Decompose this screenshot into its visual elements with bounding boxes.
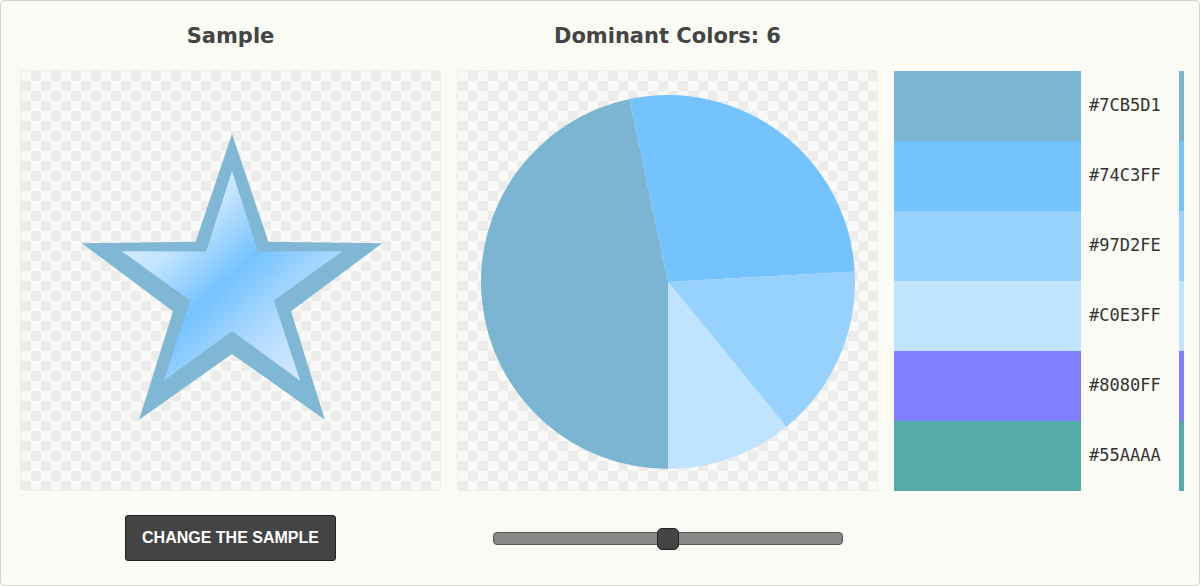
color-row: #74C3FF — [894, 141, 1184, 211]
pie-slice — [481, 99, 668, 469]
color-hex: #74C3FF — [1081, 163, 1179, 189]
color-swatch — [894, 71, 1081, 141]
color-bar — [1179, 351, 1184, 421]
color-swatch — [894, 141, 1081, 211]
color-row: #7CB5D1 — [894, 71, 1184, 141]
color-swatch — [894, 351, 1081, 421]
sample-panel — [20, 70, 441, 491]
pie-svg — [458, 71, 877, 490]
color-bar — [1179, 281, 1184, 351]
color-count-slider[interactable] — [493, 532, 843, 545]
color-hex: #97D2FE — [1081, 233, 1179, 259]
pie-slice — [630, 95, 855, 282]
chart-title: Dominant Colors: 6 — [457, 21, 878, 51]
color-row: #97D2FE — [894, 211, 1184, 281]
color-swatch — [894, 211, 1081, 281]
pie-slice — [668, 282, 786, 469]
sample-title: Sample — [20, 21, 441, 51]
color-row: #8080FF — [894, 351, 1184, 421]
slider-thumb[interactable] — [657, 528, 679, 550]
color-hex: #7CB5D1 — [1081, 93, 1179, 119]
dominant-colors-app: Sample CHANGE THE SAMPLE Dominant Colors… — [0, 0, 1200, 586]
color-bar — [1179, 141, 1184, 211]
color-swatch — [894, 421, 1081, 491]
color-swatch — [894, 281, 1081, 351]
color-hex: #55AAAA — [1081, 443, 1179, 469]
color-hex: #C0E3FF — [1081, 303, 1179, 329]
color-bar — [1179, 71, 1184, 141]
color-hex: #8080FF — [1081, 373, 1179, 399]
star-image — [21, 71, 440, 490]
color-row: #C0E3FF — [894, 281, 1184, 351]
change-sample-button[interactable]: CHANGE THE SAMPLE — [125, 515, 336, 561]
color-bar — [1179, 211, 1184, 281]
color-row: #55AAAA — [894, 421, 1184, 491]
color-list: #7CB5D1 #74C3FF #97D2FE #C0E3FF #8080FF #55AA… — [894, 21, 1184, 585]
color-bar — [1179, 421, 1184, 491]
pie-chart — [457, 70, 878, 491]
